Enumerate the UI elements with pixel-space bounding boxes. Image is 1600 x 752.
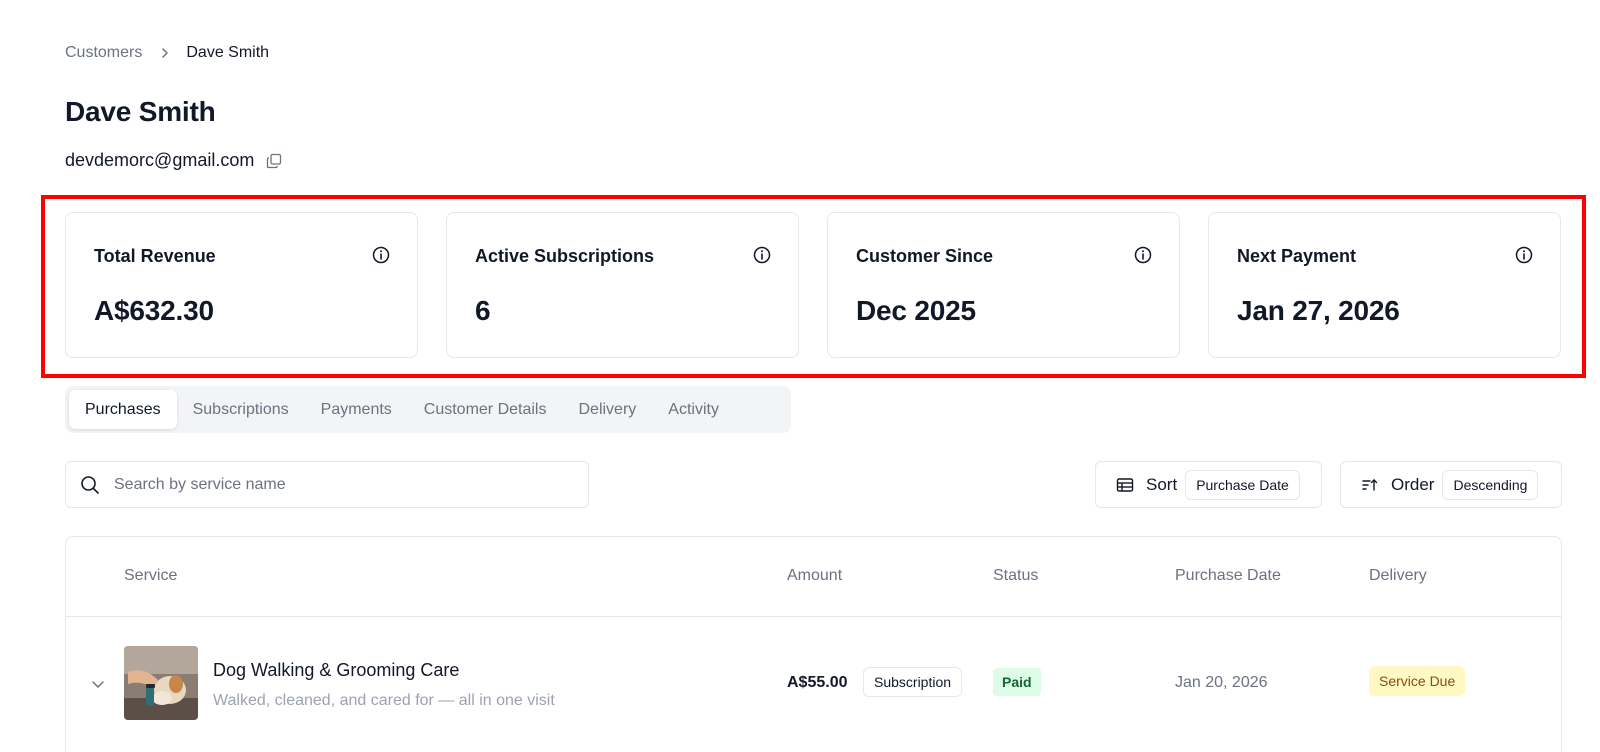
purchases-table: Service Amount Status Purchase Date Deli… [65, 536, 1562, 752]
stat-label: Active Subscriptions [475, 246, 655, 266]
tab-customer-details[interactable]: Customer Details [408, 390, 563, 429]
breadcrumb: Customers Dave Smith [65, 44, 269, 62]
order-label: Order [1391, 474, 1435, 494]
header-status: Status [993, 567, 1039, 584]
stat-card-customer-since: Customer Since Dec 2025 [827, 212, 1180, 358]
header-purchase-date: Purchase Date [1175, 567, 1281, 584]
customer-email: devdemorc@gmail.com [65, 150, 255, 170]
tab-purchases[interactable]: Purchases [69, 390, 177, 429]
table-row[interactable]: Dog Walking & Grooming Care Walked, clea… [66, 618, 1561, 752]
info-icon[interactable] [1515, 246, 1533, 264]
search-icon [80, 475, 100, 495]
sort-control[interactable]: Sort Purchase Date [1095, 461, 1322, 508]
header-amount: Amount [787, 567, 843, 584]
purchase-date: Jan 20, 2026 [1175, 674, 1268, 691]
stat-label: Next Payment [1237, 246, 1357, 266]
search-input[interactable] [114, 475, 554, 494]
chevron-down-icon[interactable] [90, 676, 106, 692]
stat-label: Total Revenue [94, 246, 216, 266]
table-header: Service Amount Status Purchase Date Deli… [66, 537, 1561, 617]
header-delivery: Delivery [1369, 567, 1427, 584]
amount: A$55.00 [787, 674, 848, 691]
breadcrumb-customers-link[interactable]: Customers [65, 44, 142, 62]
tab-bar: Purchases Subscriptions Payments Custome… [65, 386, 791, 433]
info-icon[interactable] [753, 246, 771, 264]
purchase-type-badge: Subscription [863, 667, 963, 697]
service-description: Walked, cleaned, and cared for — all in … [213, 692, 555, 709]
tab-activity[interactable]: Activity [652, 390, 735, 429]
stat-value: Dec 2025 [856, 295, 976, 326]
delivery-status-badge: Service Due [1369, 666, 1466, 696]
stat-value: A$632.30 [94, 295, 214, 326]
stat-value: Jan 27, 2026 [1237, 295, 1400, 326]
table-icon [1116, 477, 1134, 493]
chevron-right-icon [160, 47, 170, 59]
header-service: Service [124, 567, 178, 584]
info-icon[interactable] [372, 246, 390, 264]
stat-label: Customer Since [856, 246, 994, 266]
search-box [65, 461, 589, 508]
tab-subscriptions[interactable]: Subscriptions [177, 390, 305, 429]
order-value: Descending [1442, 469, 1539, 500]
service-name[interactable]: Dog Walking & Grooming Care [213, 660, 459, 681]
tab-payments[interactable]: Payments [305, 390, 408, 429]
email-row: devdemorc@gmail.com [65, 150, 282, 171]
stat-value: 6 [475, 295, 491, 326]
page-title: Dave Smith [65, 96, 216, 127]
breadcrumb-current: Dave Smith [186, 44, 270, 61]
sort-descending-icon [1361, 477, 1379, 493]
sort-label: Sort [1146, 474, 1178, 494]
tab-delivery[interactable]: Delivery [562, 390, 652, 429]
service-thumbnail [124, 646, 198, 720]
info-icon[interactable] [1134, 246, 1152, 264]
copy-icon[interactable] [266, 153, 282, 169]
status-badge: Paid [993, 668, 1041, 696]
stat-card-next-payment: Next Payment Jan 27, 2026 [1208, 212, 1561, 358]
stat-card-total-revenue: Total Revenue A$632.30 [65, 212, 418, 358]
order-control[interactable]: Order Descending [1340, 461, 1562, 508]
stat-card-active-subscriptions: Active Subscriptions 6 [446, 212, 799, 358]
sort-value: Purchase Date [1185, 469, 1300, 500]
